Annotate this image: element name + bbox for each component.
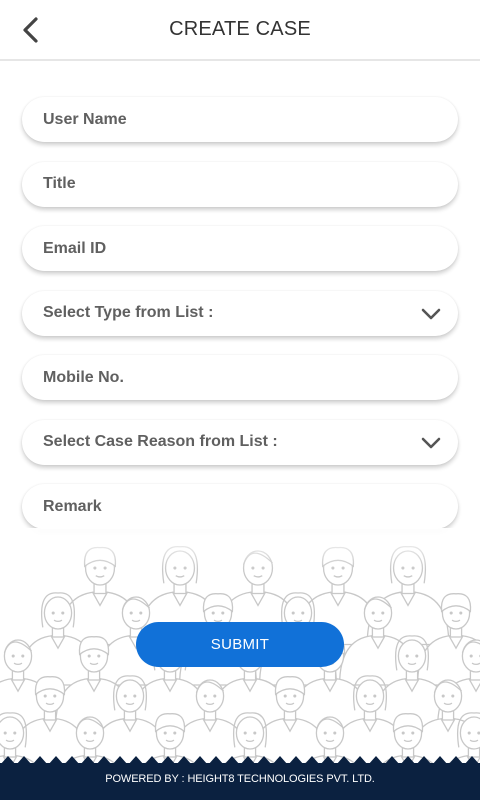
page-title: CREATE CASE [169,18,311,40]
email-field [22,226,458,271]
type-select-label: Select Type from List : [43,304,214,321]
email-input[interactable] [22,226,458,271]
user-name-input[interactable] [22,97,458,142]
chevron-down-icon [421,434,441,452]
chevron-down-icon [421,305,441,323]
case-reason-select-label: Select Case Reason from List : [43,433,278,450]
footer-credit: POWERED BY : HEIGHT8 TECHNOLOGIES PVT. L… [105,773,375,785]
mobile-input[interactable] [22,355,458,400]
case-reason-select[interactable]: Select Case Reason from List : [22,419,458,465]
user-name-field [22,97,458,142]
create-case-form: Select Type from List : Select Case Reas… [22,97,458,549]
remark-field [22,484,458,529]
mobile-field [22,355,458,400]
title-input[interactable] [22,161,458,207]
remark-input[interactable] [22,484,458,529]
submit-button[interactable]: SUBMIT [136,622,344,667]
app-header: CREATE CASE [0,0,480,61]
title-field [22,161,458,207]
footer: POWERED BY : HEIGHT8 TECHNOLOGIES PVT. L… [0,755,480,800]
type-select[interactable]: Select Type from List : [22,290,458,336]
